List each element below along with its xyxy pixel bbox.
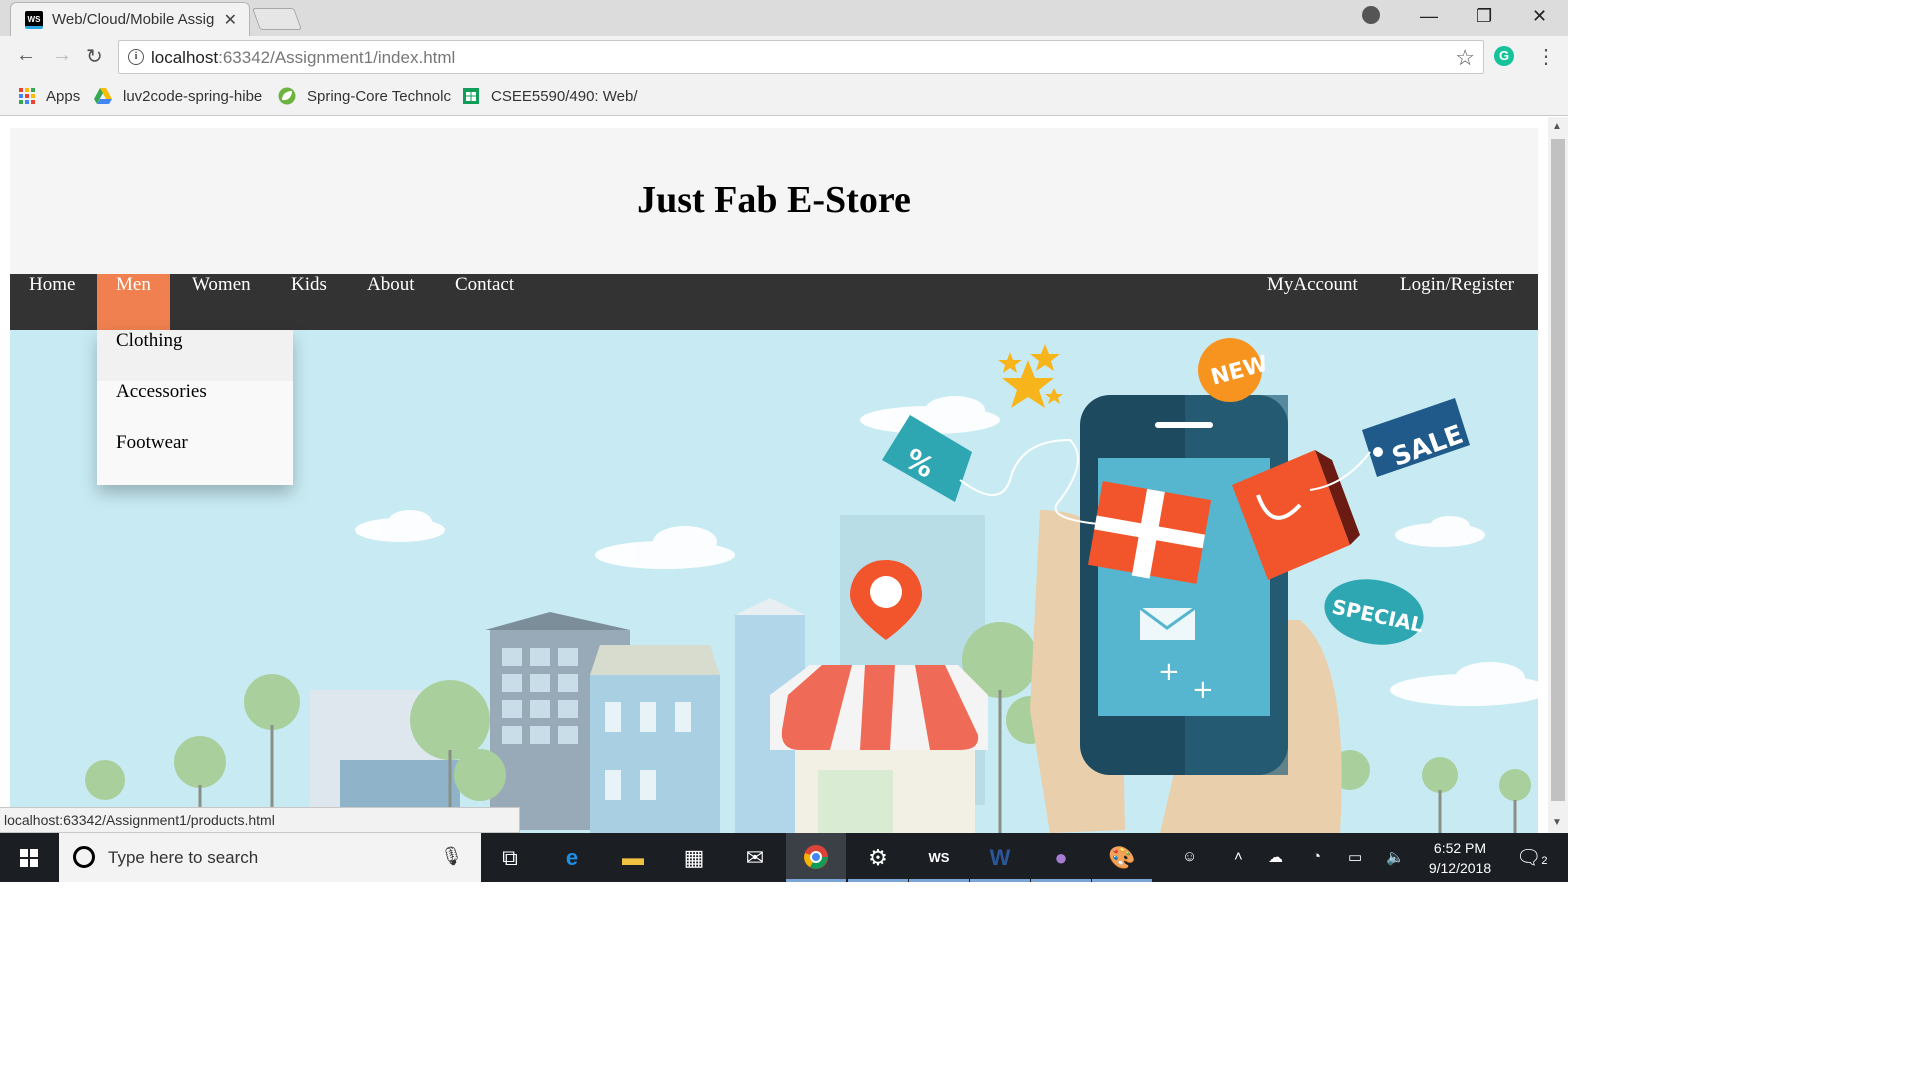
page-scrollbar[interactable]: ▲ ▼ — [1548, 117, 1568, 833]
windows-taskbar: Type here to search 🎙 ⧉ e ▬ ▦ ✉ ⚙ WS W ●… — [0, 833, 1568, 882]
back-icon[interactable]: ← — [16, 44, 36, 67]
nav-myaccount[interactable]: MyAccount — [1248, 274, 1377, 330]
file-explorer-icon[interactable]: ▬ — [603, 833, 663, 882]
close-window-icon[interactable]: ✕ — [1532, 6, 1547, 27]
restore-icon[interactable]: ❐ — [1476, 6, 1492, 27]
plus-icon: + — [1192, 675, 1214, 705]
bookmarks-bar: Apps luv2code-spring-hibe Spring-Core Te… — [0, 78, 1568, 116]
action-center-icon[interactable]: 🗨2 — [1516, 845, 1548, 870]
sheets-icon — [463, 88, 479, 104]
taskbar-search-placeholder: Type here to search — [108, 848, 259, 867]
edge-browser-icon[interactable]: e — [542, 833, 602, 882]
scroll-down-icon[interactable]: ▼ — [1552, 817, 1562, 828]
clock-time: 6:52 PM — [1433, 840, 1487, 856]
nav-about[interactable]: About — [348, 274, 434, 330]
cortana-icon[interactable] — [73, 846, 95, 868]
minimize-icon[interactable]: — — [1420, 6, 1438, 27]
plus-icon: + — [1158, 657, 1180, 687]
wifi-icon[interactable]: ◔ — [1312, 848, 1321, 865]
mail-icon[interactable]: ✉ — [725, 833, 785, 882]
stars-icon — [998, 344, 1063, 408]
volume-icon[interactable]: 🔈 — [1386, 848, 1405, 866]
info-icon[interactable]: i — [128, 49, 144, 65]
dropdown-item-clothing[interactable]: Clothing — [97, 330, 293, 381]
github-icon[interactable]: ● — [1031, 833, 1091, 882]
store-icon[interactable]: ▦ — [664, 833, 724, 882]
scroll-thumb[interactable] — [1551, 139, 1565, 801]
tab-title: Web/Cloud/Mobile Assig — [52, 11, 215, 28]
apps-grid-icon — [19, 88, 35, 104]
grammarly-extension-icon[interactable]: G — [1494, 46, 1514, 66]
chrome-menu-icon[interactable]: ⋮ — [1536, 44, 1556, 69]
bookmark-csee5590[interactable]: CSEE5590/490: Web/ — [491, 88, 637, 105]
webstorm-taskbar-icon[interactable]: WS — [909, 833, 969, 882]
bookmark-spring-core[interactable]: Spring-Core Technolc — [307, 88, 451, 105]
nav-women[interactable]: Women — [173, 274, 270, 330]
microphone-icon[interactable]: 🎙 — [440, 846, 463, 867]
taskbar-clock[interactable]: 6:52 PM 9/12/2018 — [1418, 838, 1502, 878]
link-status-bubble: localhost:63342/Assignment1/products.htm… — [0, 807, 520, 833]
chrome-logo-icon — [804, 845, 828, 869]
nav-men[interactable]: Men — [97, 274, 170, 330]
site-title: Just Fab E-Store — [637, 179, 911, 221]
web-page: Just Fab E-Store Home Men Women Kids Abo… — [0, 117, 1548, 833]
browser-tab[interactable]: WS Web/Cloud/Mobile Assig ✕ — [10, 2, 250, 36]
nav-kids[interactable]: Kids — [272, 274, 346, 330]
dropdown-item-footwear[interactable]: Footwear — [97, 432, 293, 483]
url-text[interactable]: localhost:63342/Assignment1/index.html — [151, 48, 455, 68]
bookmark-apps[interactable]: Apps — [46, 88, 80, 105]
webstorm-favicon-icon: WS — [25, 11, 43, 29]
site-header: Just Fab E-Store — [10, 128, 1538, 274]
bookmark-luv2code[interactable]: luv2code-spring-hibe — [123, 88, 262, 105]
google-drive-icon — [94, 88, 112, 104]
new-tab-button[interactable] — [251, 8, 303, 30]
paint-icon[interactable]: 🎨 — [1092, 833, 1152, 882]
men-dropdown-menu: Clothing Accessories Footwear — [97, 330, 293, 485]
nav-home[interactable]: Home — [10, 274, 94, 330]
clock-date: 9/12/2018 — [1428, 860, 1492, 876]
task-view-icon[interactable]: ⧉ — [480, 833, 540, 882]
people-icon[interactable]: ☺ — [1182, 848, 1197, 865]
browser-tab-strip: WS Web/Cloud/Mobile Assig ✕ — ❐ ✕ — [0, 0, 1568, 36]
show-hidden-icons-icon[interactable]: ˄ — [1234, 848, 1243, 865]
onedrive-icon[interactable]: ☁ — [1268, 848, 1283, 866]
reload-icon[interactable]: ↻ — [86, 44, 103, 69]
address-bar[interactable]: i localhost:63342/Assignment1/index.html… — [118, 40, 1484, 74]
spring-leaf-icon — [278, 87, 296, 105]
nav-login-register[interactable]: Login/Register — [1381, 274, 1533, 330]
browser-toolbar: ← → ↻ i localhost:63342/Assignment1/inde… — [0, 36, 1568, 78]
forward-icon[interactable]: → — [52, 44, 72, 67]
main-navbar: Home Men Women Kids About Contact MyAcco… — [10, 274, 1538, 330]
windows-start-icon[interactable] — [20, 849, 38, 867]
word-icon[interactable]: W — [970, 833, 1030, 882]
bookmark-star-icon[interactable]: ☆ — [1455, 45, 1475, 71]
dropdown-item-accessories[interactable]: Accessories — [97, 381, 293, 432]
taskbar-search-box[interactable]: Type here to search 🎙 — [59, 833, 481, 882]
scroll-up-icon[interactable]: ▲ — [1552, 121, 1562, 132]
nav-contact[interactable]: Contact — [436, 274, 533, 330]
chrome-taskbar-icon[interactable] — [786, 833, 846, 882]
settings-gear-icon[interactable]: ⚙ — [848, 833, 908, 882]
notification-count: 2 — [1541, 855, 1548, 867]
profile-icon[interactable] — [1362, 6, 1380, 24]
battery-icon[interactable]: ▭ — [1348, 848, 1362, 866]
tab-close-icon[interactable]: ✕ — [224, 10, 237, 30]
